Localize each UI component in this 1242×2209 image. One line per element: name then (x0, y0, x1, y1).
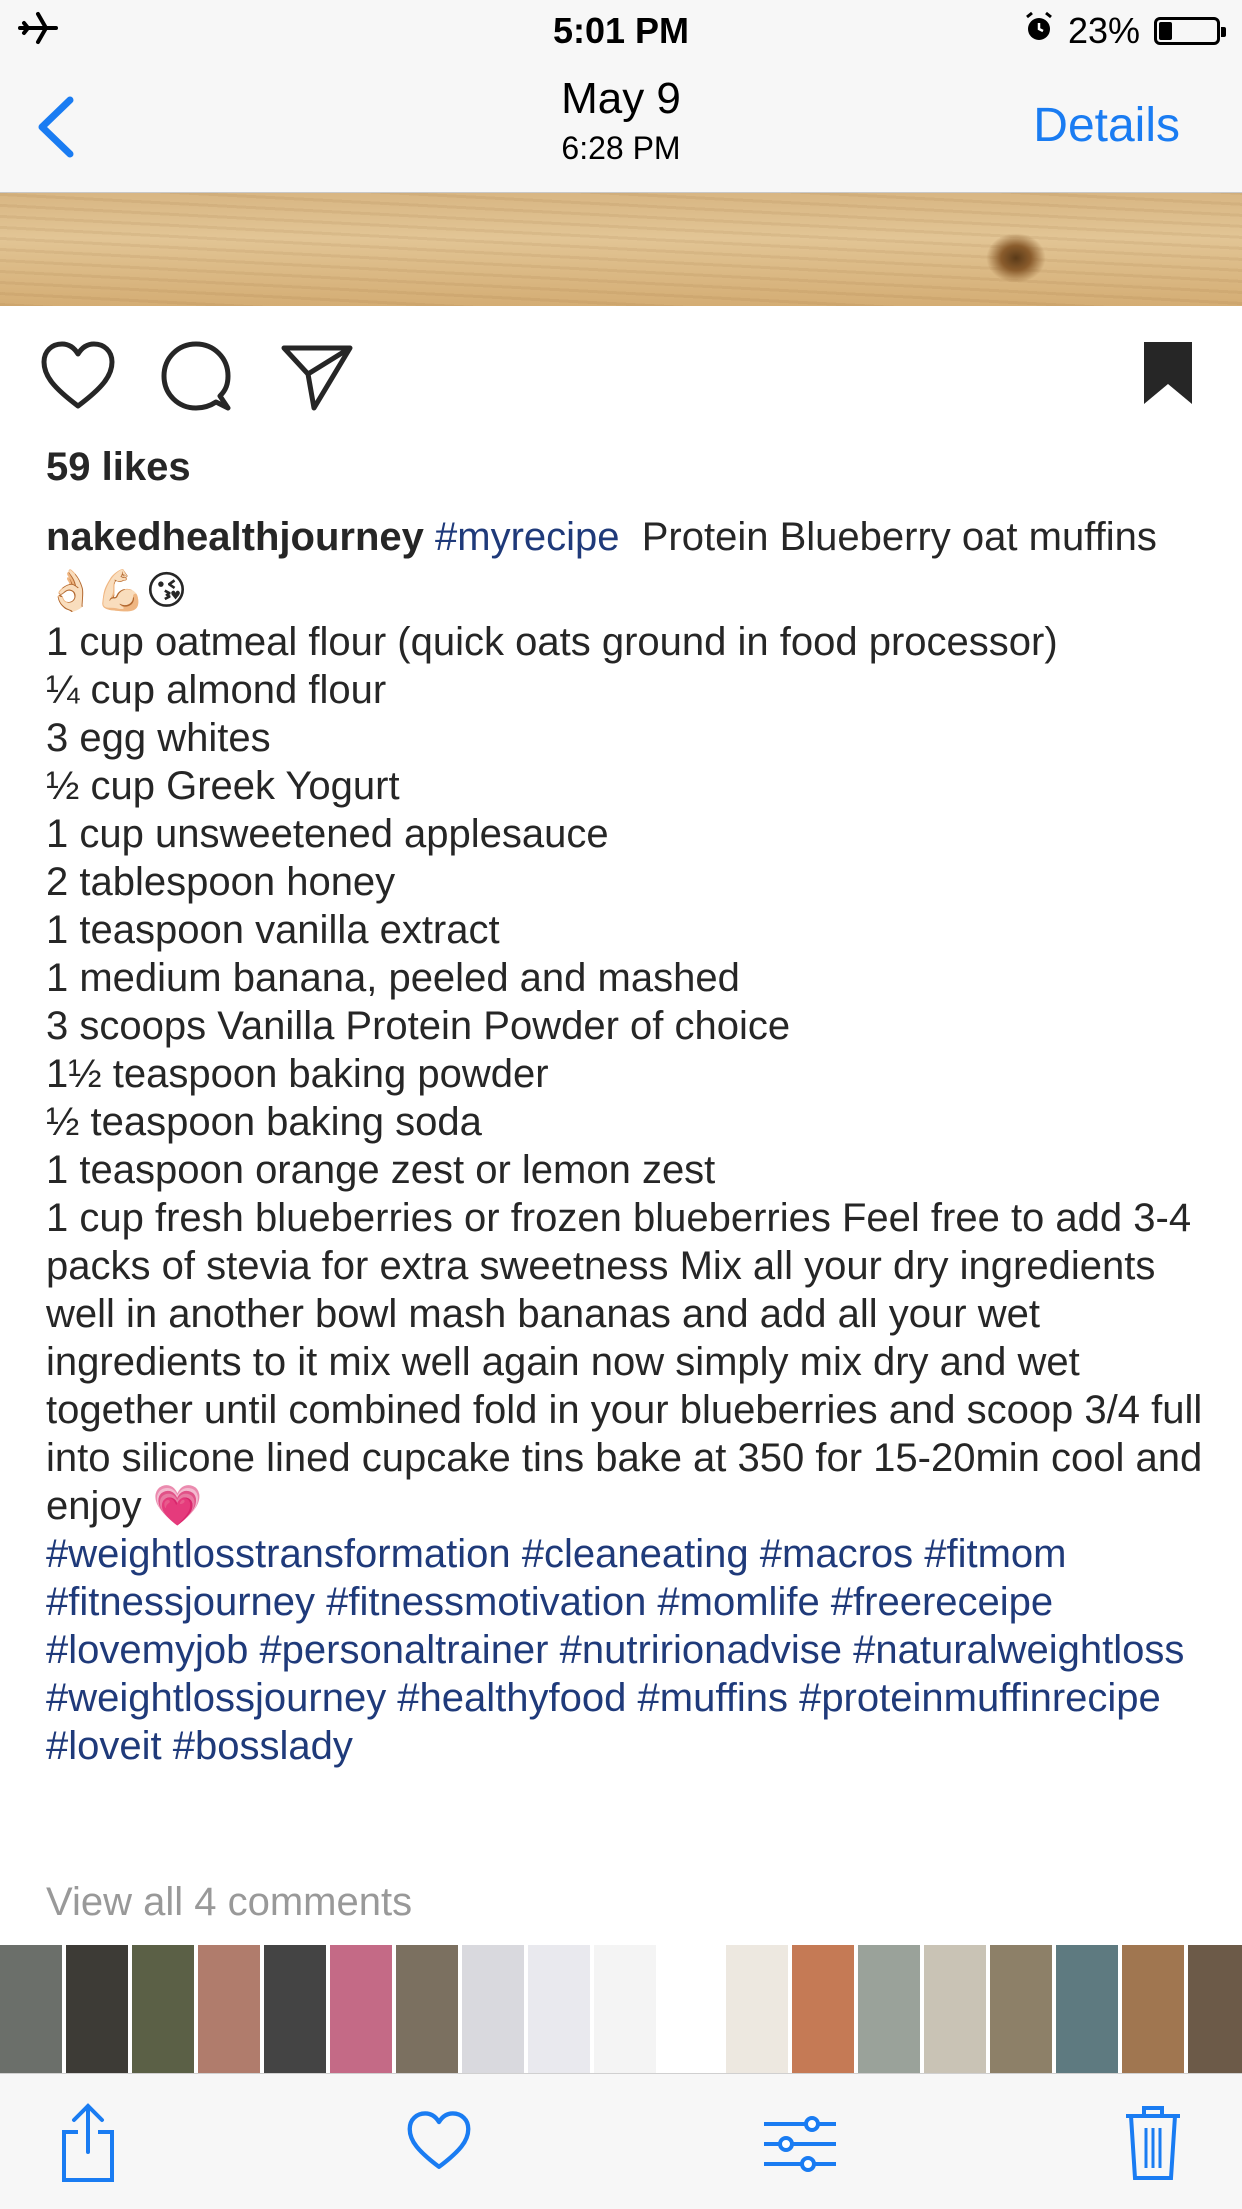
like-count[interactable]: 59 likes (46, 440, 1206, 494)
battery-icon (1154, 17, 1226, 45)
share-icon[interactable] (58, 2102, 118, 2189)
photo-thumbnail[interactable] (594, 1945, 656, 2073)
photo-thumbnail[interactable] (1188, 1945, 1242, 2073)
photo-thumbnail[interactable] (396, 1945, 458, 2073)
photo-thumbnail[interactable] (726, 1945, 788, 2073)
ingredient-line: 1 cup oatmeal flour (quick oats ground i… (46, 620, 1058, 664)
photo-thumbnail[interactable] (990, 1945, 1052, 2073)
photo-thumbnail[interactable] (462, 1945, 524, 2073)
battery-percent: 23% (1067, 10, 1140, 51)
battery-fill (1159, 22, 1172, 40)
hashtag-myrecipe[interactable]: #myrecipe (435, 515, 620, 559)
photo-thumbnail[interactable] (132, 1945, 194, 2073)
photo-thumbnail[interactable] (198, 1945, 260, 2073)
status-bar: 5:01 PM 23% (0, 0, 1242, 60)
photo-thumbnail[interactable] (792, 1945, 854, 2073)
bookmark-icon[interactable] (1140, 340, 1196, 413)
comment-icon[interactable] (160, 340, 232, 417)
caption: nakedhealthjourney #myrecipe Protein Blu… (46, 510, 1206, 618)
heart-icon[interactable] (40, 340, 116, 417)
ingredient-line: ½ teaspoon baking soda (46, 1100, 482, 1144)
photo-thumbnail[interactable] (660, 1945, 722, 2073)
ingredient-line: 1 teaspoon orange zest or lemon zest (46, 1148, 716, 1192)
ingredient-line: ½ cup Greek Yogurt (46, 764, 400, 808)
instructions: 1 cup fresh blueberries or frozen bluebe… (46, 1196, 1203, 1528)
photo-thumbnail[interactable] (858, 1945, 920, 2073)
bottom-toolbar (0, 2073, 1242, 2209)
photo-thumbnail[interactable] (1122, 1945, 1184, 2073)
ingredient-line: ¼ cup almond flour (46, 668, 387, 712)
adjust-icon[interactable] (762, 2114, 838, 2179)
post-body: 59 likes nakedhealthjourney #myrecipe Pr… (46, 440, 1206, 1770)
post-actions (0, 340, 1242, 420)
photo-thumbnail[interactable] (924, 1945, 986, 2073)
trash-icon[interactable] (1124, 2104, 1182, 2187)
photo-thumbnail[interactable] (1056, 1945, 1118, 2073)
ingredient-list: 1 cup oatmeal flour (quick oats ground i… (46, 618, 1206, 1194)
navigation-bar: May 9 6:28 PM Details (0, 60, 1242, 193)
ingredient-line: 1½ teaspoon baking powder (46, 1052, 549, 1096)
alarm-icon (1024, 10, 1054, 52)
ingredient-line: 3 egg whites (46, 716, 271, 760)
ingredient-line: 3 scoops Vanilla Protein Powder of choic… (46, 1004, 791, 1048)
favorite-heart-icon[interactable] (404, 2110, 474, 2177)
ingredient-line: 1 teaspoon vanilla extract (46, 908, 500, 952)
post-image (0, 193, 1242, 306)
username[interactable]: nakedhealthjourney (46, 515, 424, 559)
photo-thumbnail[interactable] (264, 1945, 326, 2073)
photo-thumbnail[interactable] (330, 1945, 392, 2073)
photo-thumbnail[interactable] (528, 1945, 590, 2073)
thumbnail-strip[interactable] (0, 1945, 1242, 2073)
send-icon[interactable] (280, 340, 354, 417)
hashtags[interactable]: #weightlosstransformation #cleaneating #… (46, 1530, 1206, 1770)
ingredient-line: 1 cup unsweetened applesauce (46, 812, 609, 856)
view-comments-link[interactable]: View all 4 comments (46, 1880, 412, 1925)
status-right: 23% (1024, 10, 1226, 52)
ingredient-line: 1 medium banana, peeled and mashed (46, 956, 740, 1000)
details-button[interactable]: Details (1033, 98, 1180, 153)
photo-thumbnail[interactable] (66, 1945, 128, 2073)
wood-knot (986, 233, 1046, 283)
photo-thumbnail[interactable] (0, 1945, 62, 2073)
ingredient-line: 2 tablespoon honey (46, 860, 396, 904)
